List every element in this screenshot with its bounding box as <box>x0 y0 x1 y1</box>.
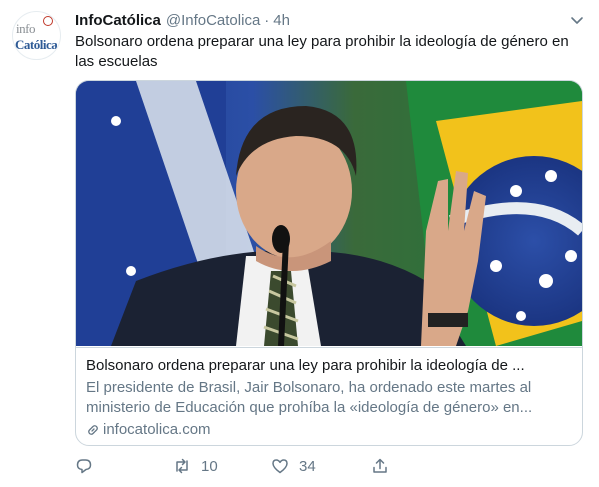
link-card[interactable]: Bolsonaro ordena preparar una ley para p… <box>75 80 583 446</box>
like-button[interactable]: 34 <box>271 454 316 478</box>
card-image[interactable] <box>76 81 582 346</box>
tweet[interactable]: info Católica InfoCatólica @InfoCatolica… <box>0 0 599 487</box>
card-domain[interactable]: infocatolica.com <box>86 420 572 440</box>
separator-dot: · <box>264 11 270 29</box>
card-body[interactable]: Bolsonaro ordena preparar una ley para p… <box>76 347 582 445</box>
card-domain-text: infocatolica.com <box>103 421 211 438</box>
retweet-count: 10 <box>201 457 218 475</box>
tweet-text: Bolsonaro ordena preparar una ley para p… <box>75 33 569 70</box>
avatar-logo-top: info <box>16 21 35 36</box>
link-icon <box>88 425 98 435</box>
avatar-logo-bottom: Católica <box>15 37 58 52</box>
avatar-seal-icon <box>43 16 53 26</box>
like-count: 34 <box>299 457 316 475</box>
reply-icon <box>76 459 92 474</box>
tweet-actions: 10 34 <box>75 454 395 478</box>
tweet-header: InfoCatólica @InfoCatolica · 4h <box>75 10 290 30</box>
heart-icon <box>272 459 288 474</box>
share-button[interactable] <box>371 454 389 478</box>
author-handle[interactable]: @InfoCatolica <box>166 12 260 29</box>
tweet-time[interactable]: 4h <box>273 12 290 29</box>
avatar[interactable]: info Católica <box>12 11 61 60</box>
card-description: El presidente de Brasil, Jair Bolsonaro,… <box>86 379 533 416</box>
reply-button[interactable] <box>75 454 103 478</box>
retweet-icon <box>176 458 188 474</box>
retweet-button[interactable]: 10 <box>173 454 218 478</box>
share-icon <box>373 458 387 473</box>
chevron-down-icon[interactable] <box>569 12 585 28</box>
card-title[interactable]: Bolsonaro ordena preparar una ley para p… <box>86 356 572 376</box>
author-name[interactable]: InfoCatólica <box>75 12 161 29</box>
